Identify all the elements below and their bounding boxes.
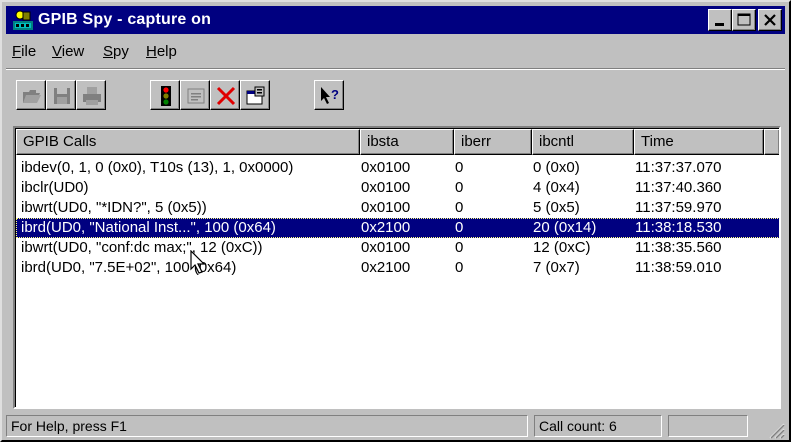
cell-time: 11:37:40.360 xyxy=(635,179,722,196)
cell-gpib-call: ibrd(UD0, "National Inst...", 100 (0x64) xyxy=(21,219,276,236)
cell-gpib-call: ibwrt(UD0, "*IDN?", 5 (0x5)) xyxy=(21,199,207,216)
clear-icon xyxy=(216,86,236,106)
window-title: GPIB Spy - capture on xyxy=(38,11,212,28)
cell-ibsta: 0x0100 xyxy=(361,199,411,216)
context-help-icon: ? xyxy=(321,87,339,104)
menu-spy[interactable]: Spy xyxy=(103,42,129,62)
gpib-calls-list[interactable]: GPIB Calls ibsta iberr ibcntl Time ibdev… xyxy=(13,126,781,409)
cell-ibsta: 0x0100 xyxy=(361,239,411,256)
minimize-button[interactable] xyxy=(708,9,732,31)
cell-iberr: 0 xyxy=(455,159,464,176)
maximize-icon xyxy=(737,13,751,26)
cell-ibcntl: 20 (0x14) xyxy=(533,219,597,236)
cell-ibsta: 0x0100 xyxy=(361,159,411,176)
cell-ibcntl: 4 (0x4) xyxy=(533,179,580,196)
open-icon xyxy=(23,90,41,103)
table-row[interactable]: ibclr(UD0) 0x0100 0 4 (0x4) 11:37:40.360 xyxy=(16,178,779,198)
table-row[interactable]: ibrd(UD0, "7.5E+02", 100 (0x64) 0x2100 0 7 … xyxy=(16,258,779,278)
cell-time: 11:38:18.530 xyxy=(635,219,722,236)
gpib-app-icon xyxy=(13,10,33,30)
menu-file[interactable]: File xyxy=(12,42,36,62)
maximize-button[interactable] xyxy=(732,9,756,31)
save-icon xyxy=(54,88,70,104)
column-header-gpib-calls[interactable]: GPIB Calls xyxy=(16,129,360,155)
cell-ibcntl: 7 (0x7) xyxy=(533,259,580,276)
cell-time: 11:37:37.070 xyxy=(635,159,722,176)
menu-help[interactable]: Help xyxy=(146,42,177,62)
resize-grip-icon[interactable] xyxy=(767,421,785,439)
cell-iberr: 0 xyxy=(455,239,464,256)
cell-time: 11:38:35.560 xyxy=(635,239,722,256)
settings-icon xyxy=(246,86,265,105)
list-header: GPIB Calls ibsta iberr ibcntl Time xyxy=(16,129,779,155)
close-icon xyxy=(764,14,776,26)
capture-button[interactable] xyxy=(150,80,180,110)
menu-view[interactable]: View xyxy=(52,42,84,62)
status-empty-pane xyxy=(668,415,748,437)
column-header-filler xyxy=(764,129,779,155)
cell-ibcntl: 5 (0x5) xyxy=(533,199,580,216)
cell-ibcntl: 12 (0xC) xyxy=(533,239,591,256)
list-rows: ibdev(0, 1, 0 (0x0), T10s (13), 1, 0x000… xyxy=(16,158,779,278)
cell-iberr: 0 xyxy=(455,259,464,276)
column-header-time[interactable]: Time xyxy=(634,129,764,155)
cell-gpib-call: ibclr(UD0) xyxy=(21,179,89,196)
print-button[interactable] xyxy=(76,80,106,110)
gpib-spy-window: GPIB Spy - capture on File View Spy Help xyxy=(0,0,791,442)
properties-icon xyxy=(187,88,205,104)
svg-text:?: ? xyxy=(331,87,339,102)
cell-iberr: 0 xyxy=(455,219,464,236)
cell-ibsta: 0x0100 xyxy=(361,179,411,196)
status-help-text: For Help, press F1 xyxy=(6,415,528,437)
column-header-ibcntl[interactable]: ibcntl xyxy=(532,129,634,155)
menu-bar: File View Spy Help xyxy=(6,38,785,66)
clear-button[interactable] xyxy=(210,80,240,110)
toolbar: ? xyxy=(6,74,785,120)
cell-ibsta: 0x2100 xyxy=(361,219,411,236)
settings-button[interactable] xyxy=(240,80,270,110)
open-button[interactable] xyxy=(16,80,46,110)
cell-time: 11:37:59.970 xyxy=(635,199,722,216)
column-header-iberr[interactable]: iberr xyxy=(454,129,532,155)
table-row[interactable]: ibwrt(UD0, "conf:dc max;", 12 (0xC)) 0x01… xyxy=(16,238,779,258)
properties-button[interactable] xyxy=(180,80,210,110)
cell-iberr: 0 xyxy=(455,199,464,216)
table-row[interactable]: ibwrt(UD0, "*IDN?", 5 (0x5)) 0x0100 0 5 (0x… xyxy=(16,198,779,218)
title-bar[interactable]: GPIB Spy - capture on xyxy=(6,6,785,34)
cell-ibcntl: 0 (0x0) xyxy=(533,159,580,176)
capture-traffic-light-icon xyxy=(161,86,171,106)
cell-gpib-call: ibdev(0, 1, 0 (0x0), T10s (13), 1, 0x000… xyxy=(21,159,294,176)
minimize-icon xyxy=(715,23,724,26)
print-icon xyxy=(83,87,101,105)
context-help-button[interactable]: ? xyxy=(314,80,344,110)
menu-separator xyxy=(6,68,785,70)
save-button[interactable] xyxy=(46,80,76,110)
close-button[interactable] xyxy=(758,9,782,31)
cell-time: 11:38:59.010 xyxy=(635,259,722,276)
cell-iberr: 0 xyxy=(455,179,464,196)
table-row-selected[interactable]: ibrd(UD0, "National Inst...", 100 (0x64)… xyxy=(16,218,779,238)
status-bar: For Help, press F1 Call count: 6 xyxy=(6,413,785,439)
mouse-pointer-icon xyxy=(190,250,206,274)
cell-ibsta: 0x2100 xyxy=(361,259,411,276)
cell-gpib-call: ibwrt(UD0, "conf:dc max;", 12 (0xC)) xyxy=(21,239,263,256)
column-header-ibsta[interactable]: ibsta xyxy=(360,129,454,155)
status-call-count: Call count: 6 xyxy=(534,415,662,437)
table-row[interactable]: ibdev(0, 1, 0 (0x0), T10s (13), 1, 0x000… xyxy=(16,158,779,178)
